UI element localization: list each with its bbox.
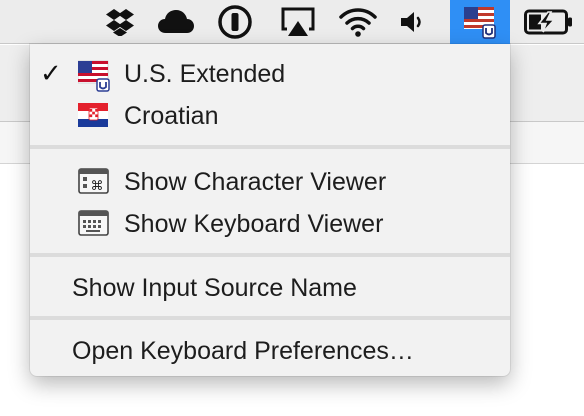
dropbox-icon[interactable] — [100, 0, 140, 44]
menu-item-open-keyboard-preferences[interactable]: Open Keyboard Preferences… — [30, 329, 510, 369]
croatian-flag-icon — [78, 102, 112, 133]
1password-icon[interactable] — [215, 0, 255, 44]
checkmark-icon: ✓ — [40, 58, 62, 88]
menu-item-label: Show Character Viewer — [124, 168, 387, 196]
menu-item-show-input-source-name[interactable]: Show Input Source Name — [30, 266, 510, 306]
character-viewer-icon: ⌘ — [78, 168, 110, 199]
menu-item-label: Show Input Source Name — [72, 274, 357, 302]
menu-item-label: Show Keyboard Viewer — [124, 210, 384, 238]
input-source-menu: ✓ U.S. Extended Croatian ⌘ Show Characte… — [30, 44, 510, 376]
menu-bar — [0, 0, 584, 44]
svg-text:⌘: ⌘ — [91, 179, 104, 194]
us-flag-icon — [77, 60, 112, 97]
keyboard-viewer-icon — [78, 210, 110, 241]
cloud-icon[interactable] — [155, 0, 197, 44]
menu-separator — [30, 316, 510, 320]
volume-icon[interactable] — [395, 0, 431, 44]
menu-item-label: U.S. Extended — [124, 60, 286, 88]
input-source-flag-icon[interactable] — [450, 0, 510, 44]
menu-item-us-extended[interactable]: ✓ U.S. Extended — [30, 52, 510, 92]
menu-item-label: Croatian — [124, 102, 219, 130]
menu-separator — [30, 145, 510, 149]
wifi-icon[interactable] — [337, 0, 379, 44]
battery-charging-icon[interactable] — [522, 0, 576, 44]
menu-item-show-keyboard-viewer[interactable]: Show Keyboard Viewer — [30, 202, 510, 242]
menu-item-label: Open Keyboard Preferences… — [72, 337, 414, 365]
menu-separator — [30, 253, 510, 257]
airplay-icon[interactable] — [278, 0, 318, 44]
menu-item-show-character-viewer[interactable]: ⌘ Show Character Viewer — [30, 160, 510, 200]
menu-item-croatian[interactable]: Croatian — [30, 94, 510, 134]
